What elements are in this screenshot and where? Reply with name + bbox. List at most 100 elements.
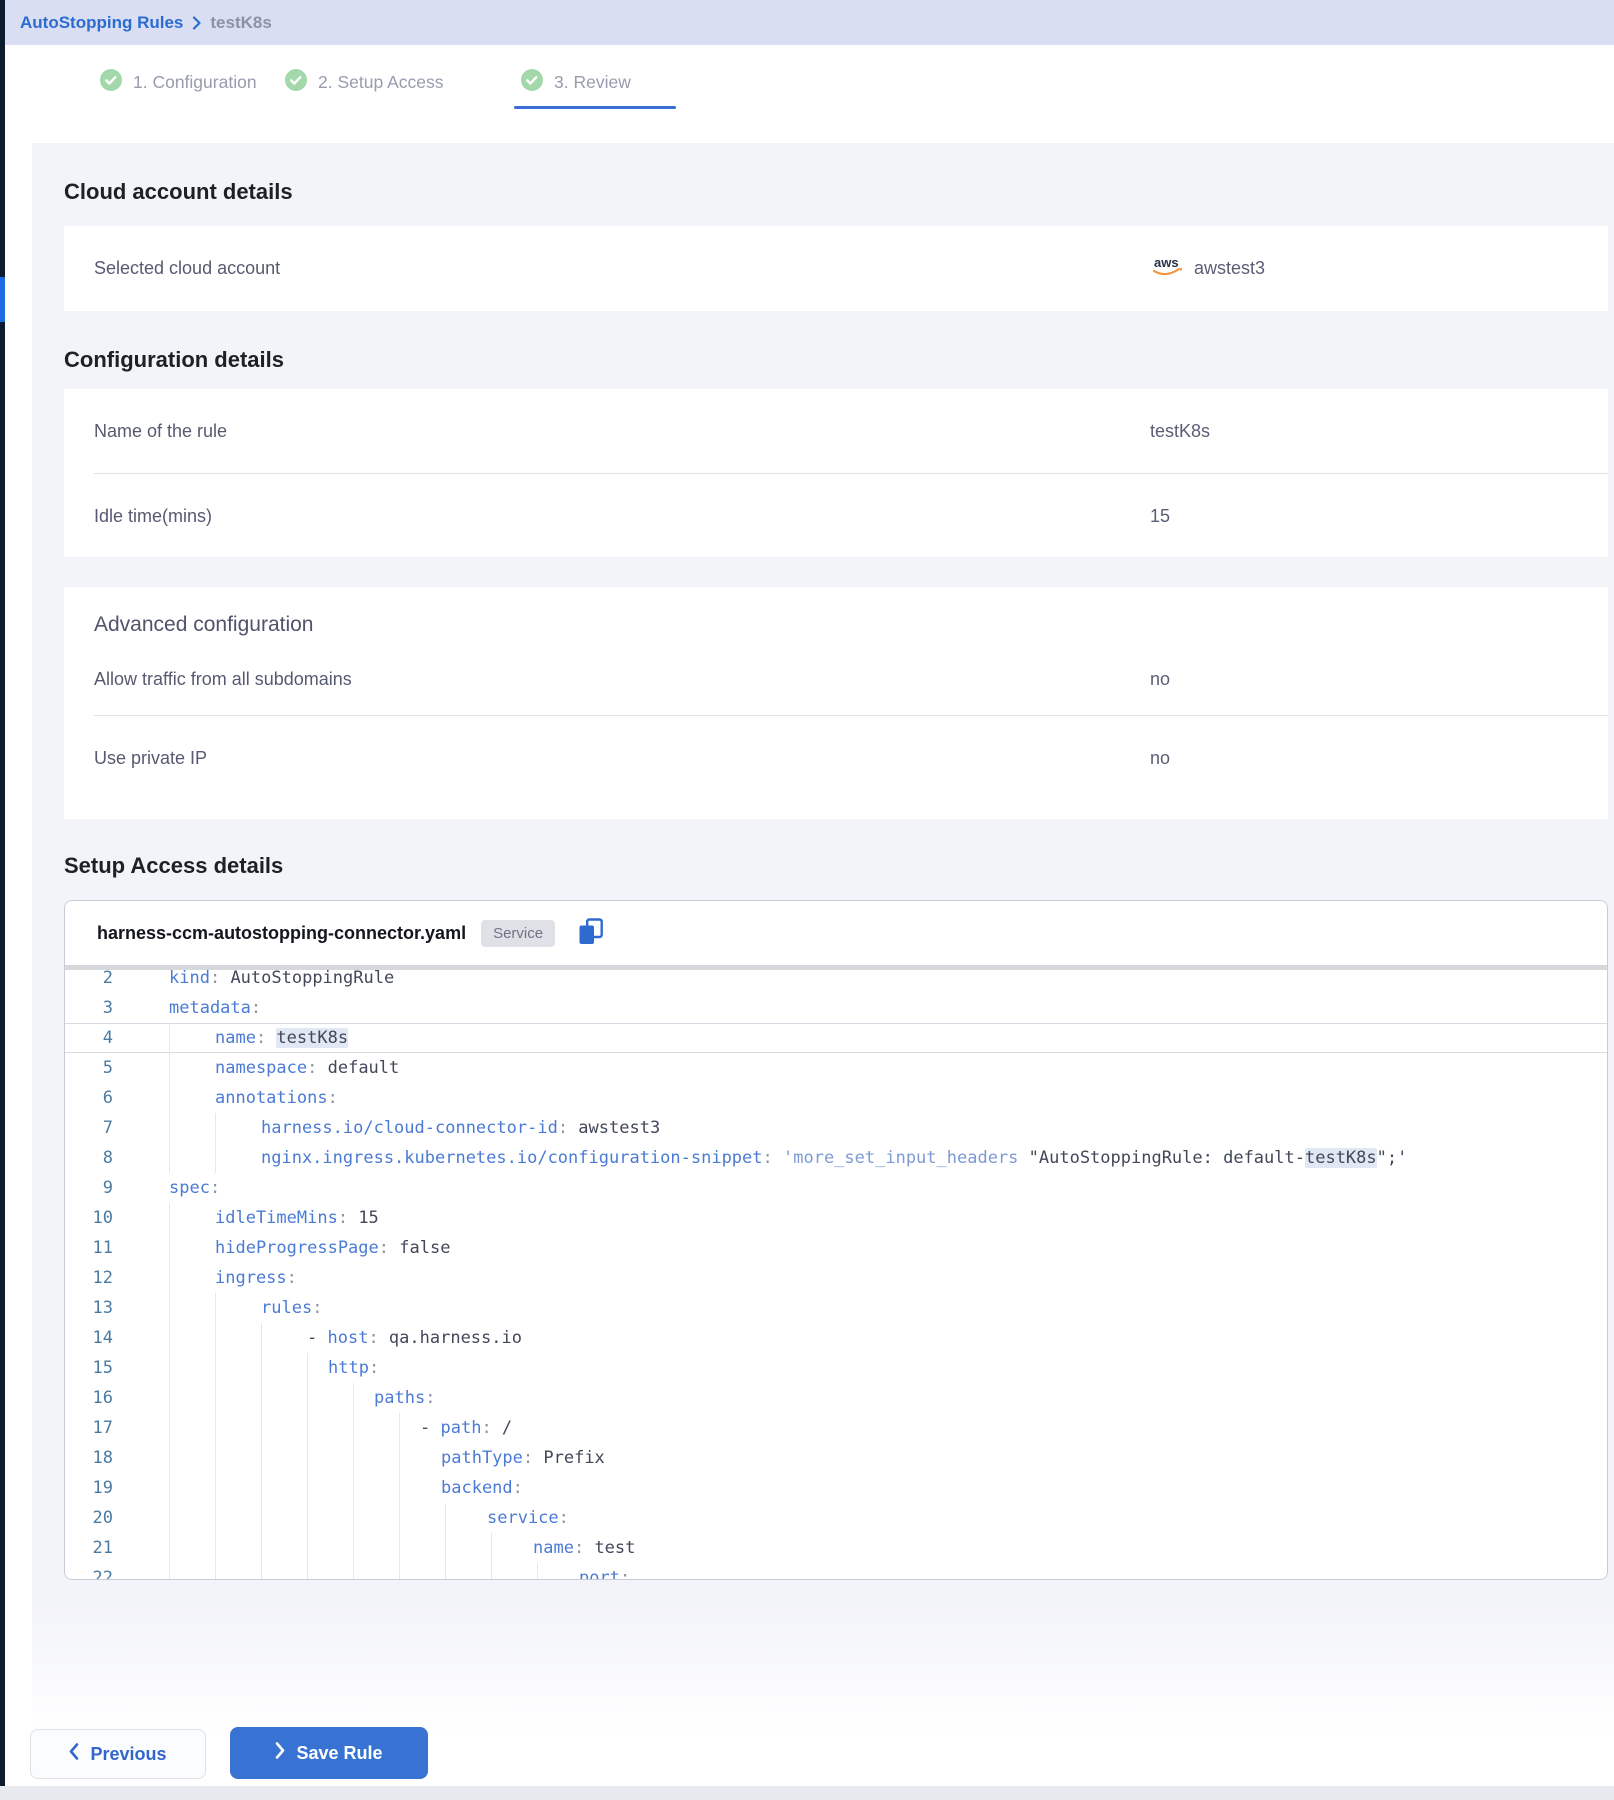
step-review[interactable]: 3. Review <box>521 69 631 95</box>
indent-guide <box>215 1323 216 1353</box>
code-line: 3metadata: <box>65 993 1607 1023</box>
indent-guide <box>399 1473 400 1503</box>
code-line: 14- host: qa.harness.io <box>65 1323 1607 1353</box>
line-number: 20 <box>65 1503 113 1533</box>
copy-yaml-button[interactable] <box>578 918 604 949</box>
chevron-right-icon <box>275 1742 285 1764</box>
active-step-underline <box>514 106 676 109</box>
indent-guide <box>353 1413 354 1443</box>
indent-guide <box>353 1473 354 1503</box>
indent-guide <box>169 1473 170 1503</box>
indent-guide <box>169 1533 170 1563</box>
indent-guide <box>215 1473 216 1503</box>
code-lines[interactable]: 2kind: AutoStoppingRule3metadata:4name: … <box>65 963 1607 1580</box>
indent-guide <box>169 1053 170 1083</box>
line-number: 11 <box>65 1233 113 1263</box>
code-line: 4name: testK8s <box>65 1023 1607 1053</box>
code-line: 18pathType: Prefix <box>65 1443 1607 1473</box>
indent-guide <box>307 1353 308 1383</box>
code-line: 7harness.io/cloud-connector-id: awstest3 <box>65 1113 1607 1143</box>
step-setup-access[interactable]: 2. Setup Access <box>285 69 444 95</box>
indent-guide <box>399 1503 400 1533</box>
code-line: 15http: <box>65 1353 1607 1383</box>
line-number: 16 <box>65 1383 113 1413</box>
indent-guide <box>353 1533 354 1563</box>
code-line: 8nginx.ingress.kubernetes.io/configurati… <box>65 1143 1607 1173</box>
indent-guide <box>169 1353 170 1383</box>
code-line: 19backend: <box>65 1473 1607 1503</box>
indent-guide <box>353 1563 354 1580</box>
step-configuration[interactable]: 1. Configuration <box>100 69 257 95</box>
indent-guide <box>169 1293 170 1323</box>
row-value: 15 <box>1150 506 1170 527</box>
indent-guide <box>261 1413 262 1443</box>
indent-guide <box>169 1563 170 1580</box>
indent-guide <box>261 1533 262 1563</box>
row-rule-name: Name of the rule testK8s <box>64 389 1608 473</box>
step-label: 1. Configuration <box>133 72 257 93</box>
save-rule-button[interactable]: Save Rule <box>230 1727 428 1779</box>
step-label: 3. Review <box>554 72 631 93</box>
indent-guide <box>261 1443 262 1473</box>
indent-guide <box>169 1503 170 1533</box>
row-use-private-ip: Use private IP no <box>64 716 1608 800</box>
line-number: 12 <box>65 1263 113 1293</box>
wizard-stepper: 1. Configuration 2. Setup Access 3. Revi… <box>5 45 1614 143</box>
row-value: aws awstest3 <box>1150 253 1265 284</box>
indent-guide <box>399 1533 400 1563</box>
indent-guide <box>169 1413 170 1443</box>
row-value: testK8s <box>1150 421 1210 442</box>
copy-icon <box>578 918 604 949</box>
indent-guide <box>307 1563 308 1580</box>
breadcrumb-current: testK8s <box>210 13 271 33</box>
indent-guide <box>491 1533 492 1563</box>
indent-guide <box>169 1443 170 1473</box>
row-label: Selected cloud account <box>94 258 280 279</box>
advanced-configuration-title: Advanced configuration <box>64 587 1608 643</box>
code-line: 16paths: <box>65 1383 1607 1413</box>
indent-guide <box>215 1113 216 1143</box>
yaml-filename: harness-ccm-autostopping-connector.yaml <box>97 923 466 944</box>
breadcrumb-link-autostopping-rules[interactable]: AutoStopping Rules <box>20 13 183 33</box>
indent-guide <box>307 1533 308 1563</box>
previous-button[interactable]: Previous <box>30 1729 206 1779</box>
indent-guide <box>353 1443 354 1473</box>
indent-guide <box>169 1383 170 1413</box>
code-line: 10idleTimeMins: 15 <box>65 1203 1607 1233</box>
indent-guide <box>261 1353 262 1383</box>
indent-guide <box>491 1563 492 1580</box>
indent-guide <box>215 1353 216 1383</box>
indent-guide <box>215 1143 216 1173</box>
indent-guide <box>445 1563 446 1580</box>
section-title-cloud-account: Cloud account details <box>64 179 293 205</box>
section-title-configuration: Configuration details <box>64 347 284 373</box>
indent-guide <box>215 1443 216 1473</box>
indent-guide <box>307 1503 308 1533</box>
left-nav-active-indicator <box>0 277 5 322</box>
check-circle-icon <box>100 69 122 96</box>
indent-guide <box>169 1233 170 1263</box>
autostopping-review-page: AutoStopping Rules testK8s 1. Configurat… <box>0 0 1614 1800</box>
indent-guide <box>261 1563 262 1580</box>
step-label: 2. Setup Access <box>318 72 444 93</box>
review-panel: Cloud account details Selected cloud acc… <box>32 143 1614 1735</box>
indent-guide <box>307 1383 308 1413</box>
save-rule-button-label: Save Rule <box>296 1743 382 1764</box>
code-line: 5namespace: default <box>65 1053 1607 1083</box>
line-number: 7 <box>65 1113 113 1143</box>
check-circle-icon <box>521 69 543 96</box>
code-line: 17- path: / <box>65 1413 1607 1443</box>
code-line: 9spec: <box>65 1173 1607 1203</box>
row-label: Allow traffic from all subdomains <box>94 669 352 690</box>
configuration-card: Name of the rule testK8s Idle time(mins)… <box>64 389 1608 557</box>
row-label: Idle time(mins) <box>94 506 212 527</box>
line-number: 9 <box>65 1173 113 1203</box>
line-number: 8 <box>65 1143 113 1173</box>
indent-guide <box>169 1023 170 1053</box>
row-label: Use private IP <box>94 748 207 769</box>
indent-guide <box>169 1083 170 1113</box>
code-line: 21name: test <box>65 1533 1607 1563</box>
indent-guide <box>215 1383 216 1413</box>
indent-guide <box>307 1443 308 1473</box>
code-line: 20service: <box>65 1503 1607 1533</box>
